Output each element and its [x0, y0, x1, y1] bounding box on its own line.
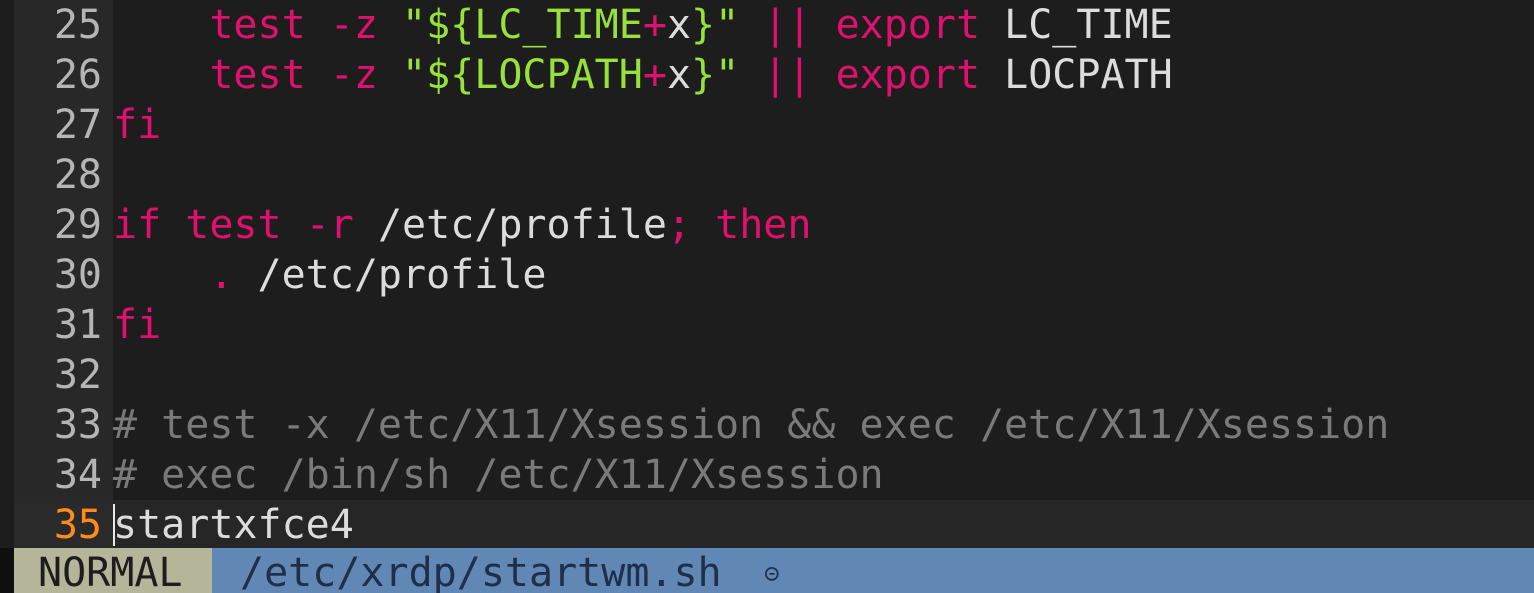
code-token: }" — [691, 52, 740, 98]
line-number-gutter: 27 — [14, 100, 113, 150]
code-line[interactable]: 32 — [14, 350, 1534, 400]
code-token: startxfce4 — [113, 502, 354, 548]
line-number-gutter: 32 — [14, 350, 113, 400]
code-line[interactable]: 35 startxfce4 — [14, 500, 1534, 550]
code-token: -z — [329, 52, 378, 98]
code-token: + — [642, 52, 667, 98]
code-token: test — [209, 2, 306, 48]
code-token: "${LOCPATH — [402, 52, 643, 98]
line-number: 33 — [53, 402, 102, 448]
line-text: test -z "${LOCPATH+x}" || export LOCPATH — [113, 50, 1173, 100]
code-editor[interactable]: 25 test -z "${LC_TIME+x}" || export LC_T… — [0, 0, 1534, 550]
code-token: LC_TIME — [980, 2, 1173, 48]
line-text: test -z "${LC_TIME+x}" || export LC_TIME — [113, 0, 1173, 50]
code-token: ; — [666, 202, 692, 248]
line-number: 28 — [53, 152, 102, 198]
code-token: || — [763, 2, 812, 48]
code-token: + — [642, 2, 667, 48]
line-text: fi — [113, 300, 161, 350]
line-number-gutter: 34 — [14, 450, 113, 500]
code-token: -z — [329, 2, 378, 48]
code-token: test — [185, 202, 282, 248]
code-token: }" — [691, 2, 740, 48]
line-number: 26 — [53, 52, 102, 98]
code-token: x — [666, 2, 692, 48]
code-token: then — [715, 202, 812, 248]
line-text: # exec /bin/sh /etc/X11/Xsession — [113, 450, 884, 500]
code-token: # exec /bin/sh /etc/X11/Xsession — [113, 452, 884, 498]
code-line[interactable]: 30 . /etc/profile — [14, 250, 1534, 300]
line-number-gutter: 26 — [14, 50, 113, 100]
code-token: -r — [305, 202, 354, 248]
text-cursor — [113, 504, 115, 546]
mode-indicator: NORMAL — [14, 548, 212, 593]
code-token: || — [763, 52, 812, 98]
code-token: fi — [113, 302, 162, 348]
line-number: 29 — [53, 202, 102, 248]
code-line[interactable]: 31 fi — [14, 300, 1534, 350]
line-number: 25 — [53, 2, 102, 48]
line-number: 30 — [53, 252, 102, 298]
line-text: fi — [113, 100, 161, 150]
code-token: x — [666, 52, 692, 98]
code-token: export — [835, 2, 981, 48]
code-token: fi — [113, 102, 162, 148]
code-line[interactable]: 26 test -z "${LOCPATH+x}" || export LOCP… — [14, 50, 1534, 100]
line-number: 35 — [53, 502, 102, 548]
line-number-gutter: 30 — [14, 250, 113, 300]
line-text: . /etc/profile — [113, 250, 547, 300]
line-text: # test -x /etc/X11/Xsession && exec /etc… — [113, 400, 1389, 450]
code-token: /etc/profile — [233, 252, 547, 298]
line-number-gutter: 35 — [14, 500, 113, 550]
code-token: "${LC_TIME — [402, 2, 643, 48]
line-number: 32 — [53, 352, 102, 398]
code-line[interactable]: 28 — [14, 150, 1534, 200]
code-line[interactable]: 27 fi — [14, 100, 1534, 150]
line-number-gutter: 29 — [14, 200, 113, 250]
code-token: if — [113, 202, 162, 248]
code-line[interactable]: 34 # exec /bin/sh /etc/X11/Xsession — [14, 450, 1534, 500]
readonly-indicator-icon: ⊝ — [764, 559, 780, 589]
code-line[interactable]: 29 if test -r /etc/profile; then — [14, 200, 1534, 250]
line-number: 31 — [53, 302, 102, 348]
code-token: . — [209, 252, 234, 298]
line-number: 27 — [53, 102, 102, 148]
line-text: if test -r /etc/profile; then — [113, 200, 811, 250]
status-line: NORMAL /etc/xrdp/startwm.sh ⊝ — [14, 548, 1534, 593]
code-token: export — [835, 52, 981, 98]
code-line[interactable]: 25 test -z "${LC_TIME+x}" || export LC_T… — [14, 0, 1534, 50]
code-token: # test -x /etc/X11/Xsession && exec /etc… — [113, 402, 1390, 448]
code-line[interactable]: 33 # test -x /etc/X11/Xsession && exec /e… — [14, 400, 1534, 450]
code-token: test — [209, 52, 306, 98]
file-path: /etc/xrdp/startwm.sh — [240, 550, 722, 593]
line-number-gutter: 28 — [14, 150, 113, 200]
line-number-gutter: 31 — [14, 300, 113, 350]
line-text: startxfce4 — [113, 500, 354, 550]
line-number: 34 — [53, 452, 102, 498]
line-number-gutter: 25 — [14, 0, 113, 50]
line-number-gutter: 33 — [14, 400, 113, 450]
code-token: LOCPATH — [980, 52, 1173, 98]
code-token: /etc/profile — [353, 202, 667, 248]
